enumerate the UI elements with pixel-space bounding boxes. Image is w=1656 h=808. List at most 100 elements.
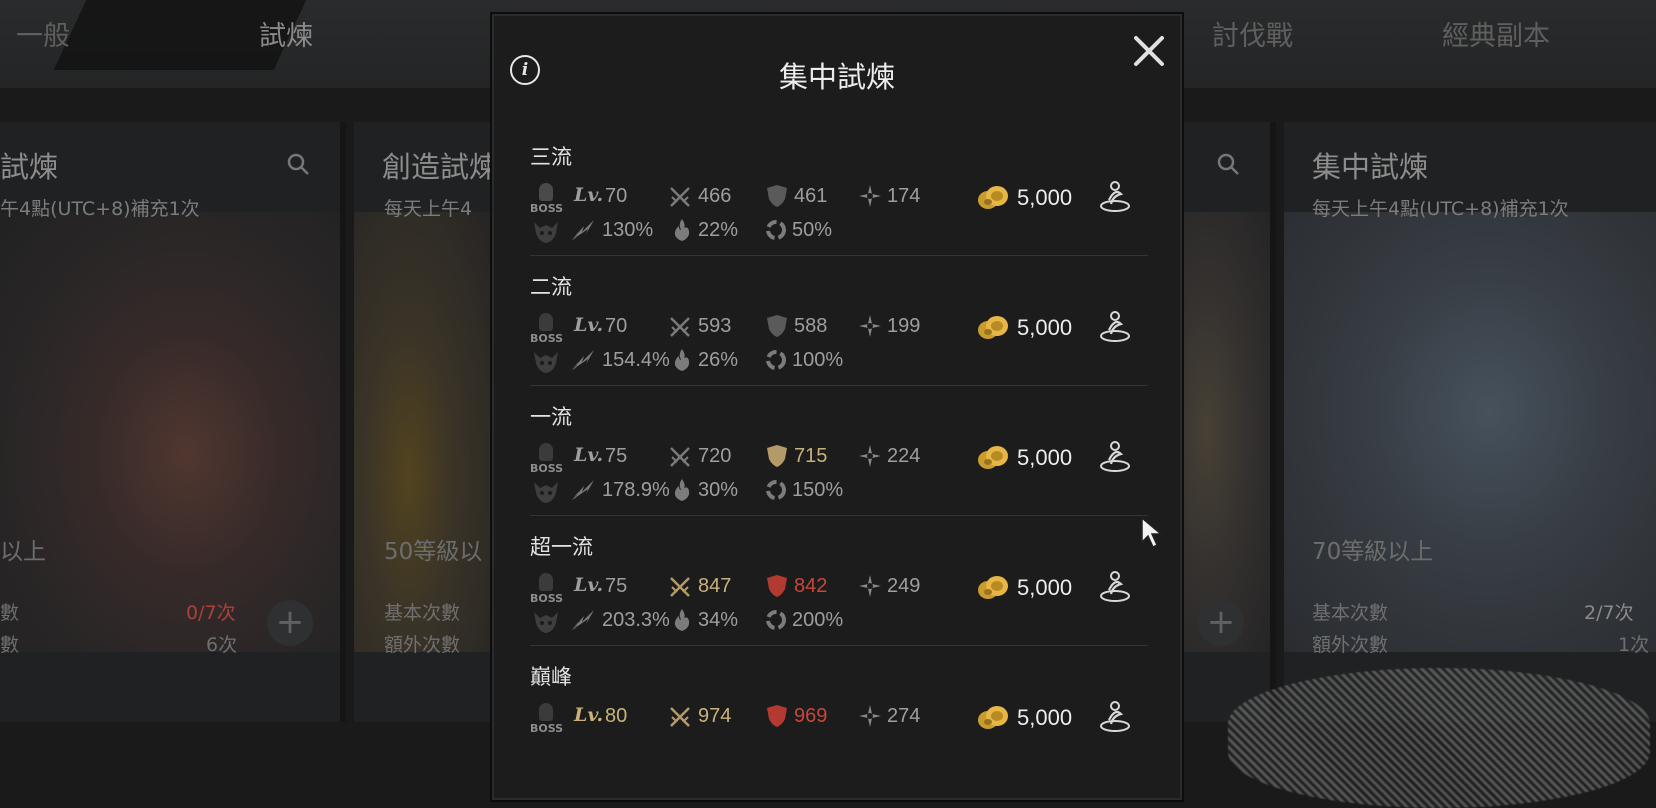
tab-classic-dungeon[interactable]: 經典副本 — [1442, 14, 1550, 53]
reward-amount: 5,000 — [1017, 705, 1073, 730]
fire-value: 26% — [698, 349, 739, 371]
defense-shield-icon — [766, 574, 788, 602]
attack-icon — [668, 705, 692, 733]
extra-count-value: 1次 — [1618, 634, 1650, 656]
close-icon[interactable] — [1130, 32, 1168, 70]
attack-icon — [668, 315, 692, 343]
fire-value: 30% — [698, 479, 739, 501]
attack-value: 466 — [698, 185, 732, 207]
focus-trial-dialog: i 集中試煉 三流 BOSS Lv. 70 466 461 174 5,000 … — [490, 12, 1184, 802]
fire-icon — [672, 218, 692, 246]
tier-name: 三流 — [530, 145, 572, 169]
resist-value: 100% — [792, 349, 844, 371]
dialog-title: 集中試煉 — [778, 60, 895, 94]
level-icon: Lv. — [574, 574, 604, 596]
extra-count-label: 額外次數 — [384, 634, 461, 656]
extra-count-value: 6次 — [206, 634, 238, 656]
difficulty-row[interactable]: 超一流 BOSS Lv. 75 847 842 249 5,000 203.3%… — [530, 509, 1148, 646]
demon-icon — [531, 219, 561, 249]
search-icon[interactable] — [1216, 152, 1240, 176]
fire-icon — [672, 608, 692, 636]
tier-name: 二流 — [530, 275, 572, 299]
level-icon: Lv. — [574, 314, 604, 336]
tab-general[interactable]: 一般 — [16, 14, 70, 53]
attack-value: 847 — [698, 575, 732, 597]
trial-card-focus[interactable]: 集中試煉 每天上午4點(UTC+8)補充1次 70等級以上 基本次數 2/7次 … — [1284, 122, 1656, 722]
base-count-label: 基本次數 — [384, 602, 461, 624]
resist-value: 150% — [792, 479, 844, 501]
fire-icon — [672, 478, 692, 506]
card-artwork — [1284, 212, 1656, 652]
extra-count-label: 額外次數 — [1312, 634, 1389, 656]
boss-icon: BOSS — [530, 183, 563, 217]
defense-value: 588 — [794, 315, 828, 337]
base-count-value: 2/7次 — [1584, 602, 1634, 624]
resist-icon — [765, 219, 787, 245]
reward-amount: 5,000 — [1017, 185, 1073, 210]
defense-value: 969 — [794, 705, 828, 727]
resist-value: 50% — [792, 219, 833, 241]
demon-icon — [531, 349, 561, 379]
card-artwork — [0, 212, 340, 652]
spirit-value: 274 — [887, 705, 921, 727]
search-icon[interactable] — [286, 152, 310, 176]
tier-name: 超一流 — [530, 535, 593, 559]
attack-value: 974 — [698, 705, 732, 727]
base-count-label: 數 — [0, 602, 20, 624]
card-level-requirement: 以上 — [0, 539, 46, 565]
attack-value: 593 — [698, 315, 732, 337]
card-title: 集中試煉 — [1312, 150, 1429, 184]
spirit-icon — [858, 184, 882, 212]
defense-shield-icon — [766, 444, 788, 472]
spirit-value: 224 — [887, 445, 921, 467]
boss-level: 70 — [605, 185, 628, 207]
fire-icon — [672, 348, 692, 376]
add-count-button[interactable]: + — [1198, 600, 1244, 646]
resist-icon — [765, 349, 787, 375]
card-title: 創造試煉 — [382, 150, 496, 184]
difficulty-row[interactable]: 三流 BOSS Lv. 70 466 461 174 5,000 130% 22… — [530, 119, 1148, 256]
attack-icon — [668, 185, 692, 213]
reward-amount: 5,000 — [1017, 575, 1073, 600]
enter-trial-icon[interactable] — [1097, 698, 1133, 734]
defense-value: 461 — [794, 185, 828, 207]
defense-value: 715 — [794, 445, 828, 467]
card-subtitle: 每天上午4 — [384, 198, 473, 220]
fire-value: 34% — [698, 609, 739, 631]
card-artwork — [1180, 212, 1270, 652]
pixelated-watermark — [1228, 668, 1650, 808]
tier-name: 一流 — [530, 405, 572, 429]
critical-icon — [570, 218, 596, 246]
defense-shield-icon — [766, 184, 788, 212]
gold-coin-icon — [976, 575, 1010, 601]
base-count-value: 0/7次 — [186, 602, 236, 624]
add-count-button[interactable]: + — [267, 600, 313, 646]
gold-coin-icon — [976, 185, 1010, 211]
level-icon: Lv. — [574, 704, 604, 726]
boss-level: 75 — [605, 575, 628, 597]
trial-card-left[interactable]: 試煉 午4點(UTC+8)補充1次 以上 數 0/7次 數 6次 + — [0, 122, 346, 722]
demon-icon — [531, 609, 561, 639]
spirit-icon — [858, 574, 882, 602]
attack-icon — [668, 575, 692, 603]
trial-card-hidden[interactable]: + — [1180, 122, 1276, 722]
enter-trial-icon[interactable] — [1097, 308, 1133, 344]
enter-trial-icon[interactable] — [1097, 568, 1133, 604]
trial-card-creation[interactable]: 創造試煉 每天上午4 50等級以 基本次數 額外次數 — [354, 122, 496, 722]
defense-shield-icon — [766, 704, 788, 732]
difficulty-row[interactable]: 二流 BOSS Lv. 70 593 588 199 5,000 154.4% … — [530, 249, 1148, 386]
enter-trial-icon[interactable] — [1097, 438, 1133, 474]
difficulty-row[interactable]: 一流 BOSS Lv. 75 720 715 224 5,000 178.9% … — [530, 379, 1148, 516]
card-level-requirement: 70等級以上 — [1312, 539, 1434, 565]
boss-icon: BOSS — [530, 573, 563, 607]
card-title: 試煉 — [0, 150, 59, 184]
difficulty-row[interactable]: 巔峰 BOSS Lv. 80 974 969 274 5,000 — [530, 639, 1148, 775]
enter-trial-icon[interactable] — [1097, 178, 1133, 214]
defense-shield-icon — [766, 314, 788, 342]
card-level-requirement: 50等級以 — [384, 539, 483, 565]
tab-raid[interactable]: 討伐戰 — [1212, 14, 1293, 53]
level-icon: Lv. — [574, 184, 604, 206]
tab-trial[interactable]: 試煉 — [259, 14, 313, 53]
card-subtitle: 午4點(UTC+8)補充1次 — [0, 198, 200, 220]
boss-level: 75 — [605, 445, 628, 467]
